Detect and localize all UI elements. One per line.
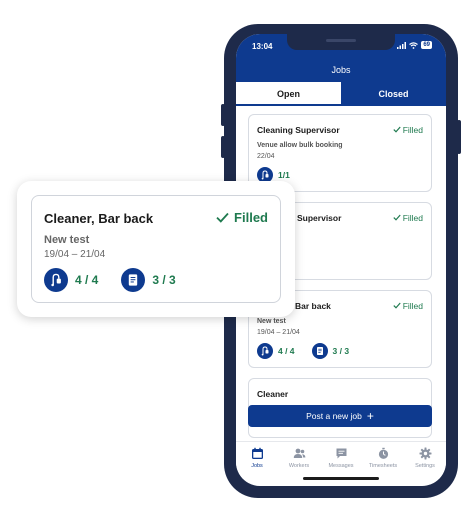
job-metrics: 4 / 4 3 / 3 — [257, 343, 361, 359]
job-dates: 19/04 – 21/04 — [257, 329, 300, 336]
job-tabs: Open Closed — [236, 82, 446, 106]
vacuum-icon — [44, 268, 68, 292]
calendar-icon — [251, 447, 263, 459]
nav-item-messages[interactable]: Messages — [320, 442, 362, 479]
highlight-card-panel: Cleaner, Bar back Filled New test 19/04 … — [17, 181, 295, 317]
check-icon — [393, 302, 401, 309]
post-new-job-button[interactable]: Post a new job + — [248, 405, 432, 427]
battery-icon: 69 — [421, 41, 432, 49]
app-title: Jobs — [236, 58, 446, 82]
job-title: Cleaner — [257, 389, 289, 399]
job-status-label: Filled — [402, 301, 423, 311]
nav-label: Messages — [328, 463, 354, 469]
phone-side-button — [221, 136, 225, 158]
plus-icon: + — [366, 409, 374, 423]
nav-label: Settings — [415, 463, 435, 469]
wifi-icon — [409, 41, 419, 49]
workers-filled-count: 4 / 4 — [278, 346, 295, 356]
job-subtitle: New test — [257, 318, 286, 325]
status-icons: 69 — [397, 41, 432, 49]
signal-icon — [397, 41, 407, 49]
job-title: Bar back — [295, 301, 331, 311]
gear-icon — [419, 447, 431, 460]
job-status: Filled — [393, 301, 423, 311]
job-metrics: 4 / 4 3 / 3 — [44, 268, 192, 292]
job-title: Cleaner, Bar back — [44, 211, 154, 226]
job-title: Cleaning Supervisor — [257, 125, 340, 135]
phone-notch — [287, 34, 395, 50]
job-status: Filled — [393, 213, 423, 223]
job-subtitle: New test — [44, 234, 90, 246]
stopwatch-icon — [378, 447, 388, 459]
timesheet-icon — [121, 268, 146, 292]
check-icon — [393, 214, 401, 221]
highlight-job-card[interactable]: Cleaner, Bar back Filled New test 19/04 … — [31, 195, 281, 303]
post-new-job-label: Post a new job — [306, 411, 362, 421]
job-dates: 19/04 – 21/04 — [44, 249, 106, 260]
workers-filled-count: 4 / 4 — [75, 273, 99, 287]
nav-item-workers[interactable]: Workers — [278, 442, 320, 479]
status-time: 13:04 — [252, 42, 273, 51]
home-indicator — [303, 477, 379, 480]
job-status-label: Filled — [234, 210, 268, 225]
job-dates: 22/04 — [257, 153, 275, 160]
vacuum-icon — [257, 343, 273, 359]
job-status: Filled — [393, 125, 423, 135]
messages-icon — [336, 448, 346, 459]
phone-power-button — [457, 120, 461, 154]
job-status-label: Filled — [402, 125, 423, 135]
nav-label: Workers — [288, 463, 310, 469]
tab-open[interactable]: Open — [236, 82, 341, 106]
nav-item-settings[interactable]: Settings — [404, 442, 446, 479]
job-status: Filled — [216, 210, 268, 225]
timesheets-count: 3 / 3 — [332, 346, 350, 356]
workers-icon — [293, 448, 305, 458]
nav-label: Jobs — [251, 463, 263, 469]
nav-item-timesheets[interactable]: Timesheets — [362, 442, 404, 479]
phone-side-button — [221, 104, 225, 126]
check-icon — [393, 126, 401, 133]
nav-item-jobs[interactable]: Jobs — [236, 442, 278, 479]
job-title: Supervisor — [297, 213, 342, 223]
job-subtitle: Venue allow bulk booking — [257, 142, 343, 149]
nav-label: Timesheets — [368, 463, 398, 469]
bottom-nav: Jobs Workers Messages Timesheets Setting… — [236, 441, 446, 479]
workers-filled-count: 1/1 — [278, 170, 290, 180]
job-status-label: Filled — [402, 213, 423, 223]
tab-closed[interactable]: Closed — [341, 82, 446, 106]
timesheet-icon — [311, 343, 328, 359]
check-icon — [216, 212, 229, 223]
speaker-grille — [326, 39, 356, 42]
timesheets-count: 3 / 3 — [152, 273, 176, 287]
